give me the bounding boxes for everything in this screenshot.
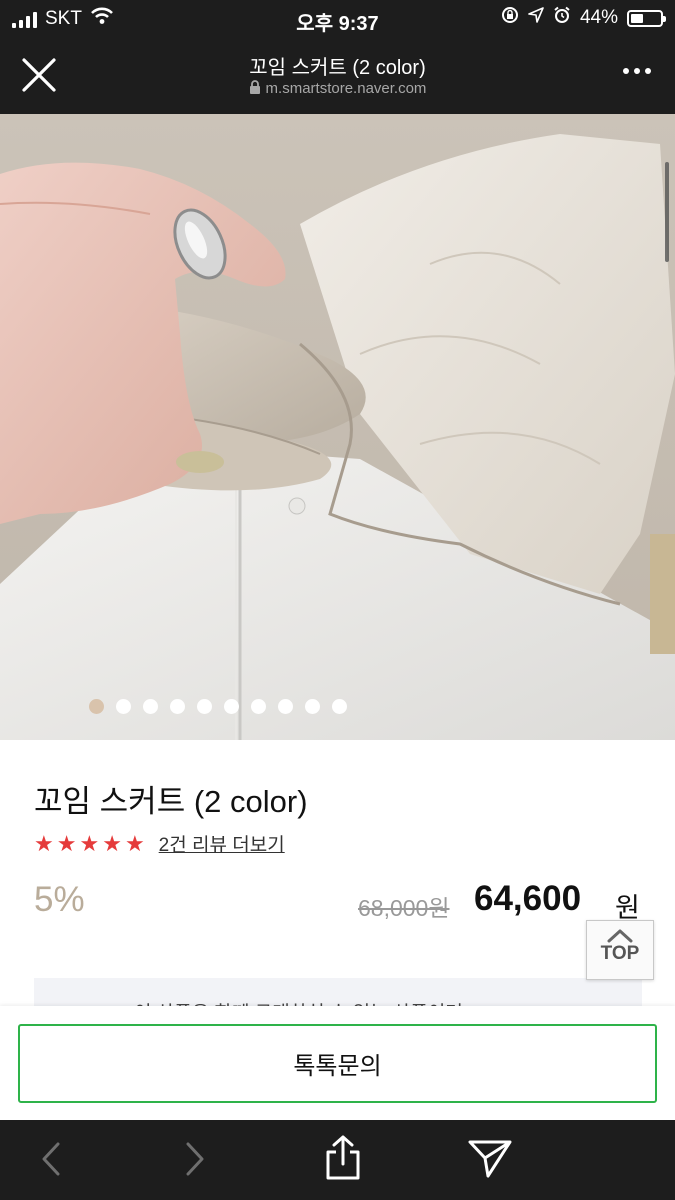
product-photo-illustration (0, 114, 675, 740)
chevron-up-icon (607, 929, 633, 943)
rating-row: ★ ★ ★ ★ ★ 2건 리뷰 더보기 (34, 830, 285, 857)
url-text: m.smartstore.naver.com (265, 80, 427, 97)
talk-inquiry-label: 톡톡문의 (293, 1053, 382, 1080)
star-icon: ★ (56, 830, 77, 856)
url-display[interactable]: m.smartstore.naver.com (0, 80, 675, 98)
scroll-indicator (665, 162, 669, 262)
sale-price: 64,600 (474, 879, 582, 918)
battery-fill (631, 13, 643, 23)
status-right: 44% (501, 6, 666, 30)
gallery-dot[interactable] (277, 699, 293, 714)
star-icon: ★ (34, 830, 54, 856)
star-icon: ★ (124, 830, 145, 856)
battery-icon (627, 9, 666, 27)
gallery-dot[interactable] (169, 699, 185, 714)
location-icon (528, 7, 544, 29)
gallery-dot[interactable] (142, 699, 158, 714)
page-title: 꼬임 스커트 (2 color) (249, 57, 426, 79)
more-icon[interactable] (623, 68, 651, 74)
share-icon[interactable] (322, 1134, 364, 1187)
gallery-dot[interactable] (196, 699, 212, 714)
status-bar: SKT 오후 9:37 44% (0, 0, 675, 36)
send-icon[interactable] (466, 1136, 514, 1185)
original-price: 68,000원 (358, 895, 450, 921)
browser-header: 꼬임 스커트 (2 color) m.smartstore.naver.com (0, 36, 675, 114)
rotation-lock-icon (501, 6, 519, 30)
product-image[interactable] (0, 114, 675, 740)
discount-rate: 5% (34, 880, 85, 919)
rating-stars: ★ ★ ★ ★ ★ (34, 830, 145, 856)
review-link[interactable]: 2건 리뷰 더보기 (159, 830, 285, 857)
gallery-dot[interactable] (331, 699, 347, 714)
talk-inquiry-button[interactable]: 톡톡문의 (18, 1024, 657, 1103)
browser-toolbar (0, 1120, 675, 1200)
product-title: 꼬임 스커트 (2 color) (34, 784, 308, 819)
gallery-dot[interactable] (304, 699, 320, 714)
gallery-dot[interactable] (250, 699, 266, 714)
gallery-pagination[interactable] (0, 699, 555, 714)
forward-icon[interactable] (182, 1138, 208, 1185)
lock-icon (249, 80, 261, 98)
top-label: TOP (600, 943, 640, 964)
back-icon[interactable] (38, 1138, 64, 1185)
scroll-top-button[interactable]: TOP (586, 920, 654, 980)
alarm-icon (553, 6, 571, 30)
gallery-dot[interactable] (223, 699, 239, 714)
gallery-dot[interactable] (115, 699, 131, 714)
battery-percent: 44% (579, 7, 618, 28)
star-icon: ★ (102, 830, 122, 856)
action-bar: 톡톡문의 (0, 1006, 675, 1120)
star-icon: ★ (79, 830, 100, 856)
gallery-dot[interactable] (88, 699, 104, 714)
